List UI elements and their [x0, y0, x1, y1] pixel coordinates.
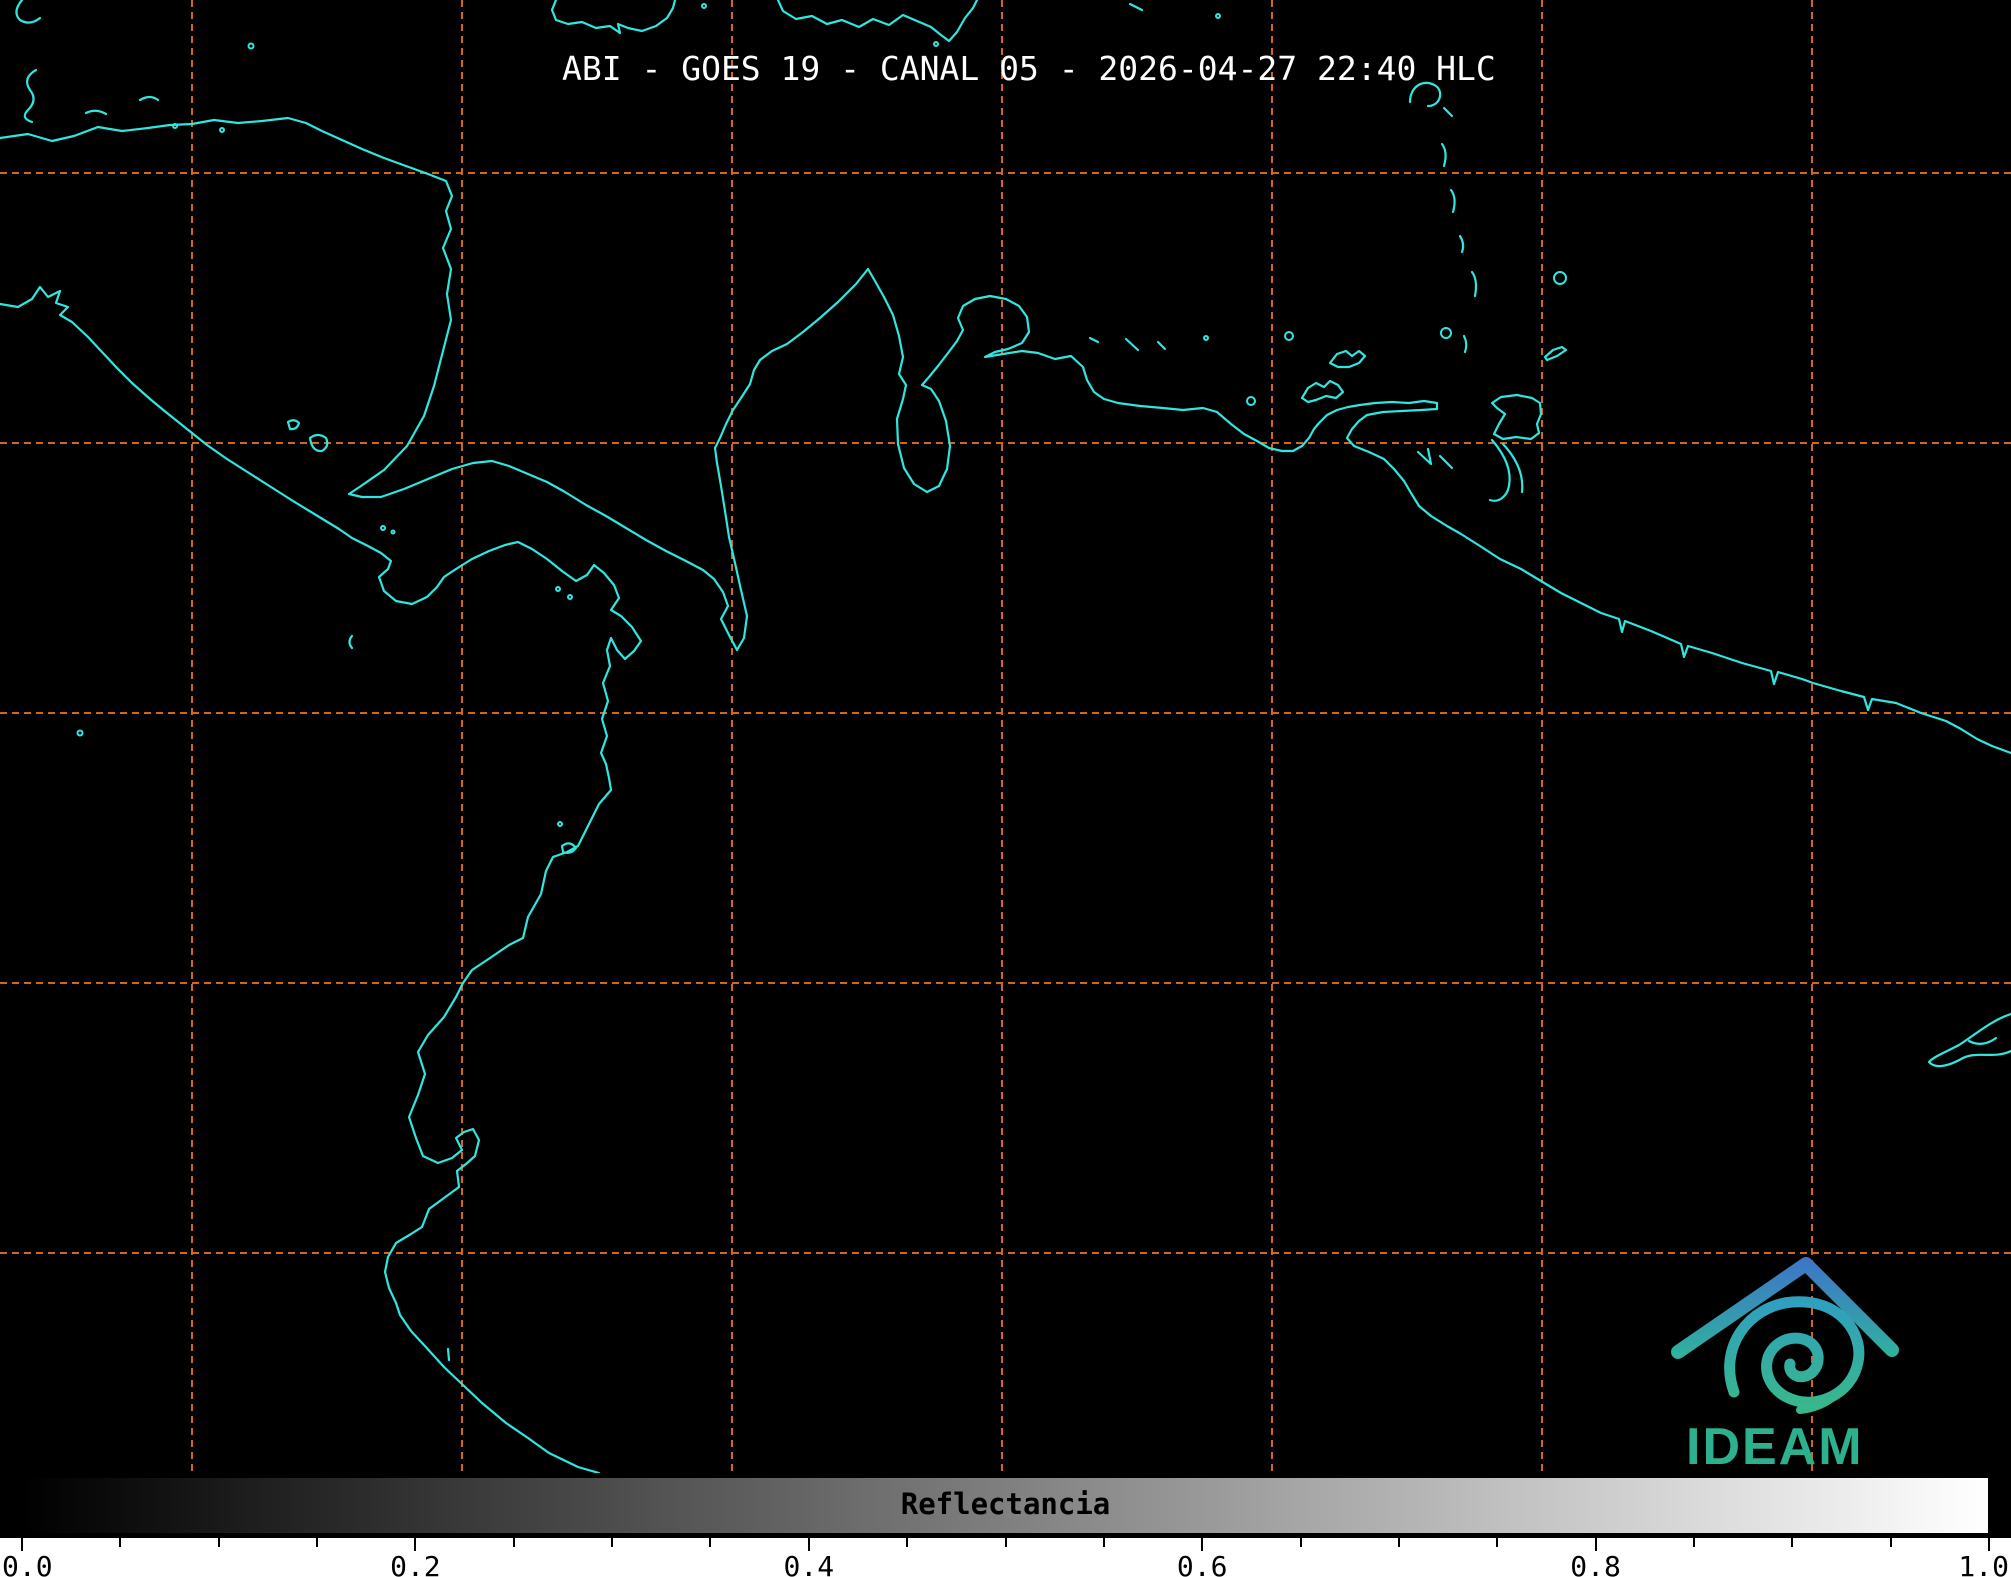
coastline-path: [1088, 336, 1100, 344]
coastline-path: [1458, 234, 1465, 254]
colorbar-tick-label: 0.8: [1570, 1550, 1621, 1577]
coastline-path: [1490, 393, 1543, 441]
colorbar-tick-label: 0.0: [2, 1550, 53, 1577]
coastline-path: [1927, 1012, 2011, 1068]
colorbar-minor-tick: [1102, 1538, 1105, 1547]
island-dot: [567, 594, 573, 600]
coastline-path: [84, 109, 108, 116]
satellite-map: IDEAM: [0, 0, 2011, 1473]
colorbar-tick-label: 0.4: [783, 1550, 835, 1577]
coastline-path: [1462, 334, 1468, 354]
image-title: ABI - GOES 19 - CANAL 05 - 2026-04-27 22…: [562, 49, 1496, 88]
island-dot: [247, 42, 255, 50]
island-dot: [1246, 396, 1256, 406]
colorbar-minor-tick: [709, 1538, 712, 1547]
colorbar-minor-tick: [1692, 1538, 1695, 1547]
colorbar-minor-tick: [906, 1538, 909, 1547]
coastline-path: [1442, 106, 1454, 118]
coastline-path: [1543, 345, 1568, 362]
coastline-path: [23, 68, 38, 124]
colorbar-tick-label: 0.6: [1176, 1550, 1228, 1577]
latlon-gridlines: [0, 0, 2011, 1473]
coastline-path: [348, 634, 354, 650]
coastline-path: [286, 419, 301, 431]
colorbar-tick-label: 1.0: [1958, 1550, 2009, 1577]
colorbar-minor-tick: [217, 1538, 220, 1547]
island-dot: [219, 127, 225, 133]
coastline-path: [1300, 379, 1345, 404]
coastline-path: [1438, 454, 1454, 470]
colorbar-minor-tick: [1791, 1538, 1794, 1547]
colorbar-minor-tick: [316, 1538, 319, 1547]
colorbar-minor-tick: [1496, 1538, 1499, 1547]
colorbar-minor-tick: [1397, 1538, 1400, 1547]
island-dot: [701, 3, 707, 9]
logo-text: IDEAM: [1686, 1418, 1864, 1473]
coastline-path: [1449, 188, 1456, 214]
satellite-viewer-screen: IDEAM ABI - GOES 19 - CANAL 05 - 2026-04…: [0, 0, 2011, 1577]
coastline-path: [1967, 1036, 1998, 1045]
colorbar-minor-tick: [512, 1538, 515, 1547]
colorbar-minor-tick: [119, 1538, 122, 1547]
ideam-logo: IDEAM: [1671, 1257, 1899, 1473]
coastline-path: [1328, 349, 1367, 369]
colorbar-label: Reflectancia: [900, 1487, 1111, 1521]
coastline-path: [446, 1347, 451, 1362]
coastline-path: [1416, 447, 1433, 466]
colorbar-minor-tick: [1299, 1538, 1302, 1547]
colorbar-minor-tick: [1889, 1538, 1892, 1547]
island-dot: [933, 41, 939, 47]
colorbar-minor-tick: [1004, 1538, 1007, 1547]
island-dot: [1215, 13, 1221, 19]
island-dot: [1440, 327, 1452, 339]
coastline-path: [138, 95, 160, 102]
island-dot: [1203, 335, 1209, 341]
coastline-path: [0, 116, 2011, 755]
coastline-path: [15, 0, 42, 24]
island-dot: [1284, 331, 1294, 341]
coastline-path: [550, 0, 677, 35]
coastline-path: [1440, 142, 1447, 168]
coastline-path: [1501, 442, 1524, 494]
coastline-path: [1470, 270, 1478, 298]
island-dot: [557, 821, 563, 827]
island-dot: [390, 529, 396, 535]
colorbar-minor-tick: [611, 1538, 614, 1547]
island-dot: [76, 729, 84, 737]
coastline-path: [1156, 340, 1167, 351]
island-dot: [1553, 271, 1567, 285]
island-dot: [172, 123, 178, 129]
island-dot: [380, 525, 386, 531]
colorbar-axis: 0.0 0.2 0.4 0.6 0.8 1.0: [0, 1538, 2011, 1577]
coastline-path: [0, 285, 643, 1473]
coastline-path: [1124, 337, 1140, 352]
coastline-path: [1128, 2, 1144, 12]
coastline-path: [776, 0, 979, 43]
island-dot: [555, 586, 561, 592]
colorbar-tick-label: 0.2: [390, 1550, 441, 1577]
